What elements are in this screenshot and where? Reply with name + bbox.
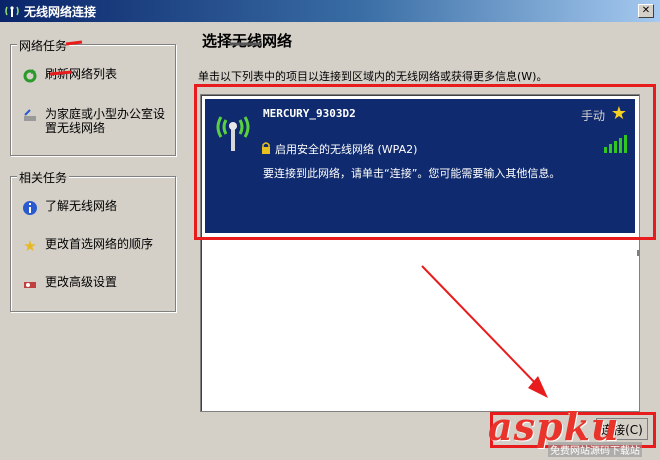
star-icon: ★ [23, 237, 37, 255]
refresh-network-list-link[interactable]: 刷新网络列表 [21, 67, 117, 85]
network-security-label: 启用安全的无线网络 (WPA2) [275, 143, 418, 156]
advanced-settings-label: 更改高级设置 [45, 275, 118, 289]
refresh-network-list-label: 刷新网络列表 [45, 67, 118, 81]
preferred-star-icon: ★ [610, 103, 627, 124]
sidebar: 网络任务 刷新网络列表 为家庭或小型办公室设置无线网络 相关任务 了解无线网络 … [0, 22, 190, 460]
signal-strength-icon [604, 135, 627, 153]
wireless-antenna-icon [216, 116, 250, 151]
related-tasks-title: 相关任务 [17, 169, 70, 186]
settings-icon [21, 275, 39, 293]
network-type: 手动 [580, 109, 605, 123]
network-description: 要连接到此网络，请单击“连接”。您可能需要输入其他信息。 [263, 167, 561, 180]
instruction-text: 单击以下列表中的项目以连接到区域内的无线网络或获得更多信息(W)。 [198, 70, 548, 83]
list-scroll-marker [637, 250, 639, 256]
window-title: 无线网络连接 [24, 4, 97, 19]
change-order-link[interactable]: ★ 更改首选网络的顺序 [21, 237, 153, 255]
info-icon [21, 199, 39, 217]
related-tasks-group: 相关任务 了解无线网络 ★ 更改首选网络的顺序 更改高级设置 [10, 169, 176, 312]
setup-network-label: 为家庭或小型办公室设置无线网络 [45, 107, 166, 135]
page-title: 选择无线网络 [202, 32, 293, 50]
watermark-subtitle: 免费网站源码下载站 [548, 442, 642, 457]
advanced-settings-link[interactable]: 更改高级设置 [21, 275, 117, 293]
network-ssid: MERCURY_9303D2 [263, 107, 356, 120]
wireless-icon [5, 6, 19, 17]
network-list[interactable]: MERCURY_9303D2 手动 ★ 启用安全的无线网络 (WPA2) 要连接… [200, 94, 640, 412]
network-tasks-group: 网络任务 刷新网络列表 为家庭或小型办公室设置无线网络 [10, 37, 176, 156]
main-panel: 选择无线网络 单击以下列表中的项目以连接到区域内的无线网络或获得更多信息(W)。… [190, 22, 660, 460]
lock-icon [261, 141, 271, 157]
network-security: 启用安全的无线网络 (WPA2) [261, 141, 417, 157]
title-bar: 无线网络连接 ✕ [0, 0, 660, 22]
setup-network-icon [21, 107, 39, 125]
refresh-icon [21, 67, 39, 85]
network-item[interactable]: MERCURY_9303D2 手动 ★ 启用安全的无线网络 (WPA2) 要连接… [205, 99, 635, 233]
setup-network-link[interactable]: 为家庭或小型办公室设置无线网络 [21, 107, 171, 135]
learn-wireless-label: 了解无线网络 [45, 199, 118, 213]
network-tasks-title: 网络任务 [17, 37, 70, 54]
close-button[interactable]: ✕ [638, 4, 654, 18]
learn-wireless-link[interactable]: 了解无线网络 [21, 199, 117, 217]
change-order-label: 更改首选网络的顺序 [45, 237, 154, 251]
